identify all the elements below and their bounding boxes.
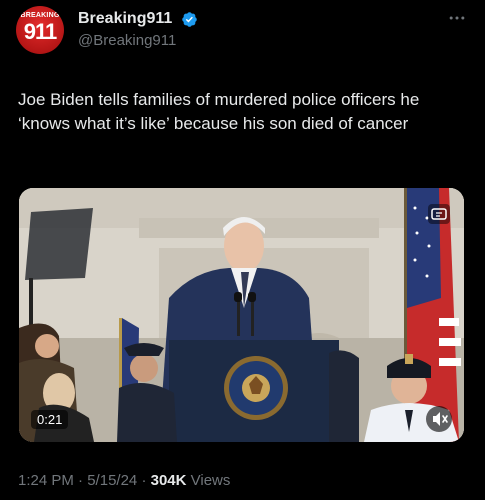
views-label: Views: [190, 472, 231, 489]
tweet-meta: 1:24 PM · 5/15/24 · 304K Views: [18, 472, 230, 489]
video-player[interactable]: [19, 188, 464, 442]
display-name[interactable]: Breaking911: [78, 10, 172, 28]
author-block: Breaking911 @Breaking911: [78, 10, 198, 49]
video-duration: 0:21: [31, 410, 69, 429]
tweet-date[interactable]: 5/15/24: [87, 472, 137, 489]
avatar[interactable]: BREAKING 911: [16, 6, 64, 54]
avatar-tag: BREAKING: [20, 12, 60, 19]
mute-icon[interactable]: [426, 406, 452, 432]
avatar-number: 911: [23, 19, 58, 44]
meta-separator: ·: [78, 472, 84, 489]
verified-badge-icon: [181, 11, 197, 27]
more-icon[interactable]: [445, 8, 469, 28]
views-count: 304K: [150, 472, 187, 489]
meta-separator: ·: [141, 472, 147, 489]
gif-icon[interactable]: [428, 204, 450, 224]
video-frame: [19, 188, 464, 442]
handle[interactable]: @Breaking911: [78, 32, 198, 49]
tweet-text: Joe Biden tells families of murdered pol…: [18, 90, 420, 133]
tweet-time[interactable]: 1:24 PM: [18, 472, 74, 489]
podium: [169, 340, 339, 442]
tweet-header: BREAKING 911 Breaking911 @Breaking911: [16, 6, 469, 54]
